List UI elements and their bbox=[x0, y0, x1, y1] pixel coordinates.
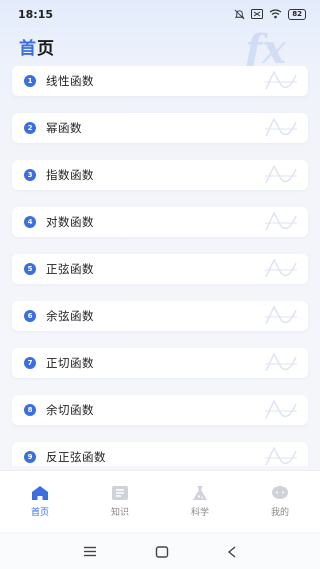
sim-icon bbox=[251, 9, 264, 19]
item-number-badge: 7 bbox=[24, 357, 36, 369]
item-number-badge: 2 bbox=[24, 122, 36, 134]
item-number-badge: 6 bbox=[24, 310, 36, 322]
tab-science[interactable]: 科学 bbox=[170, 485, 230, 518]
function-label: 反正弦函数 bbox=[46, 450, 106, 464]
status-bar: 18:15 82 bbox=[0, 0, 320, 28]
tab-knowledge[interactable]: 知识 bbox=[90, 485, 150, 518]
function-label: 幂函数 bbox=[46, 121, 82, 135]
function-card[interactable]: 7 正切函数 bbox=[12, 348, 308, 378]
mute-icon bbox=[234, 9, 245, 19]
tab-label: 知识 bbox=[110, 508, 129, 518]
function-card[interactable]: 2 幂函数 bbox=[12, 113, 308, 143]
graph-decoration-icon bbox=[265, 164, 297, 184]
graph-decoration-icon bbox=[265, 211, 297, 231]
function-label: 线性函数 bbox=[46, 74, 94, 88]
function-card[interactable]: 9 反正弦函数 bbox=[12, 442, 308, 466]
function-card[interactable]: 5 正弦函数 bbox=[12, 254, 308, 284]
graph-decoration-icon bbox=[265, 399, 297, 419]
function-label: 余弦函数 bbox=[46, 309, 94, 323]
flask-icon bbox=[193, 486, 207, 500]
tab-label: 首页 bbox=[30, 508, 49, 518]
page-title-first-char: 首 bbox=[19, 39, 37, 59]
graph-decoration-icon bbox=[265, 446, 297, 466]
function-card[interactable]: 8 余切函数 bbox=[12, 395, 308, 425]
function-label: 正弦函数 bbox=[46, 262, 94, 276]
bottom-tab-bar: 首页 知识 科学 我的 bbox=[0, 470, 320, 532]
item-number-badge: 5 bbox=[24, 263, 36, 275]
menu-icon[interactable] bbox=[83, 546, 97, 557]
function-card[interactable]: 1 线性函数 bbox=[12, 66, 308, 96]
back-icon[interactable] bbox=[227, 545, 237, 558]
battery-indicator: 82 bbox=[288, 8, 306, 20]
system-nav-bar bbox=[0, 534, 320, 569]
page-title-rest: 页 bbox=[37, 39, 55, 59]
header: 首页 fx bbox=[0, 26, 320, 73]
function-label: 正切函数 bbox=[46, 356, 94, 370]
item-number-badge: 9 bbox=[24, 451, 36, 463]
function-label: 对数函数 bbox=[46, 215, 94, 229]
status-time: 18:15 bbox=[18, 7, 54, 21]
graph-decoration-icon bbox=[265, 305, 297, 325]
item-number-badge: 8 bbox=[24, 404, 36, 416]
item-number-badge: 3 bbox=[24, 169, 36, 181]
tab-home[interactable]: 首页 bbox=[10, 485, 70, 518]
graph-decoration-icon bbox=[265, 352, 297, 372]
home-button-icon[interactable] bbox=[155, 545, 169, 558]
function-list: 1 线性函数 2 幂函数 3 指数函数 4 对数函数 5 正弦函数 6 余弦函数 7 正切函数 8 余切函数 9… bbox=[0, 66, 320, 466]
book-icon bbox=[112, 486, 128, 500]
graph-decoration-icon bbox=[265, 117, 297, 137]
item-number-badge: 1 bbox=[24, 75, 36, 87]
tab-label: 科学 bbox=[190, 508, 209, 518]
tab-mine[interactable]: 我的 bbox=[250, 485, 310, 518]
graph-decoration-icon bbox=[265, 258, 297, 278]
graph-decoration-icon bbox=[265, 70, 297, 90]
page-title: 首页 bbox=[19, 34, 55, 59]
function-card[interactable]: 6 余弦函数 bbox=[12, 301, 308, 331]
chat-icon bbox=[272, 486, 288, 499]
item-number-badge: 4 bbox=[24, 216, 36, 228]
status-icons: 82 bbox=[234, 8, 306, 20]
tab-label: 我的 bbox=[270, 508, 289, 518]
function-label: 指数函数 bbox=[46, 168, 94, 182]
function-card[interactable]: 4 对数函数 bbox=[12, 207, 308, 237]
function-label: 余切函数 bbox=[46, 403, 94, 417]
wifi-icon bbox=[269, 9, 282, 19]
function-card[interactable]: 3 指数函数 bbox=[12, 160, 308, 190]
home-icon bbox=[32, 486, 48, 500]
